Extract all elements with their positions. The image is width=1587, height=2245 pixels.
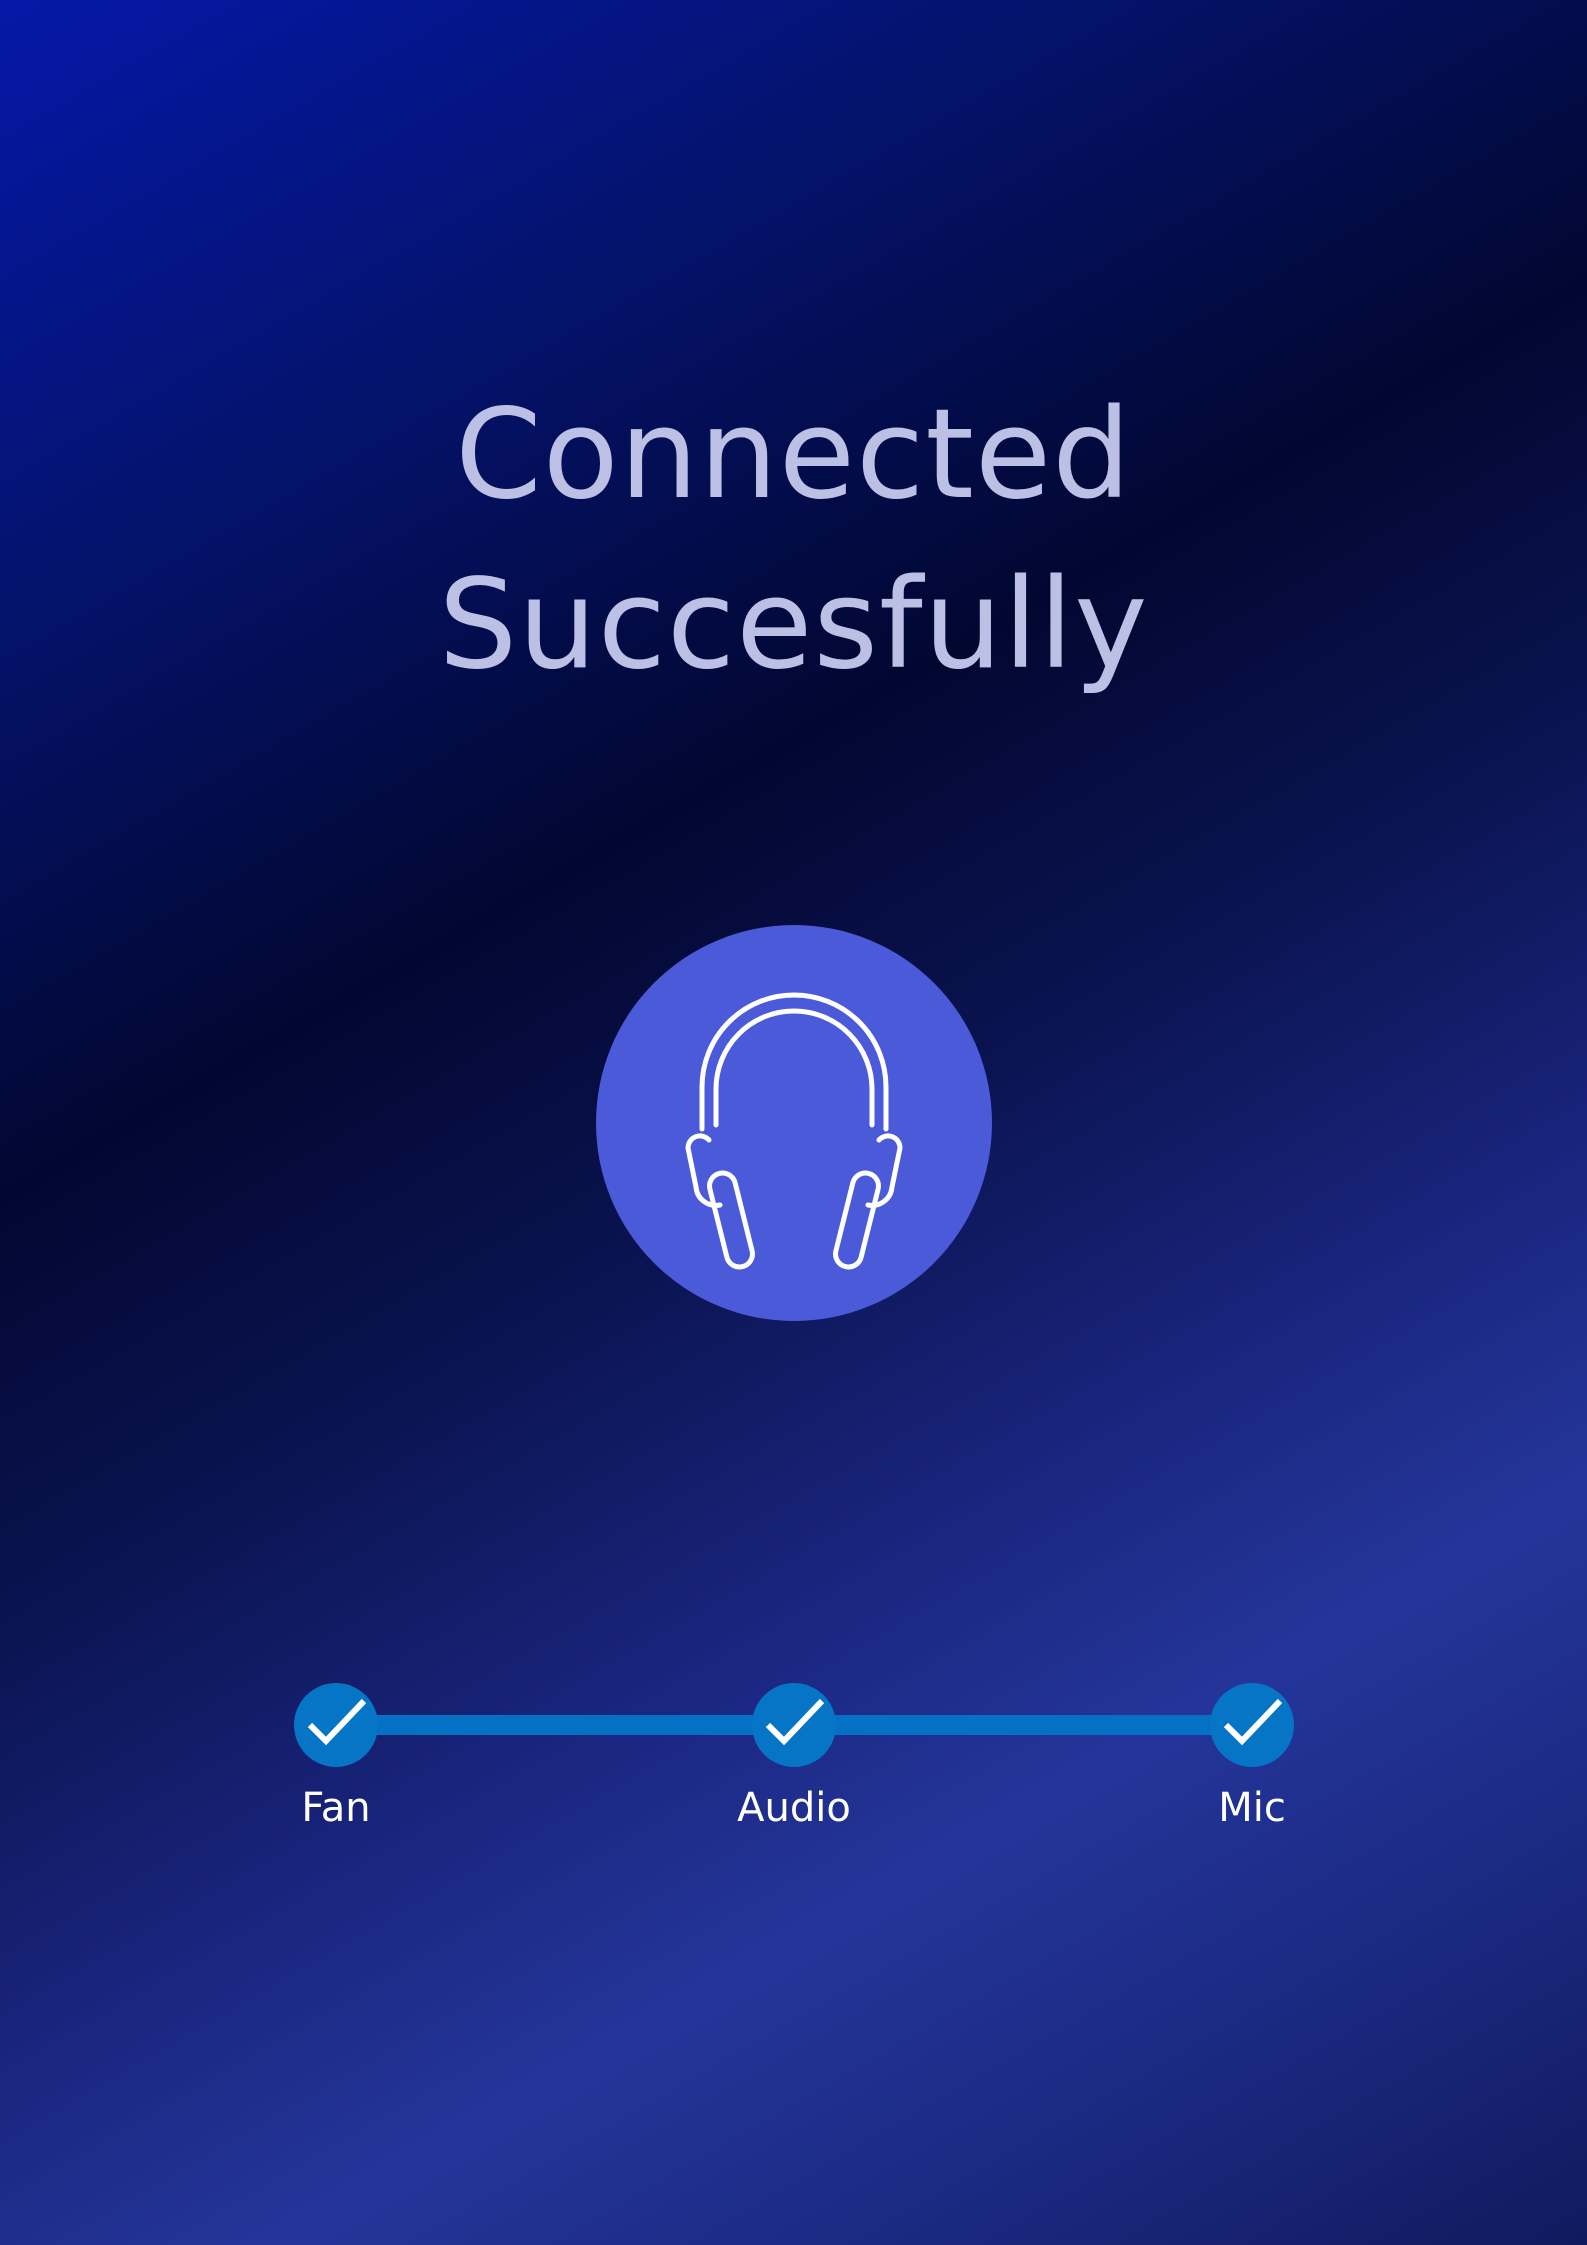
checkmark-icon xyxy=(307,1698,367,1746)
step-mic-status xyxy=(1210,1683,1294,1767)
headphones-badge xyxy=(596,925,992,1321)
checkmark-icon xyxy=(1223,1698,1283,1746)
title-line-1: Connected xyxy=(455,383,1132,527)
step-audio-status xyxy=(752,1683,836,1767)
step-connector xyxy=(336,1715,794,1735)
step-label-audio: Audio xyxy=(737,1785,851,1831)
page-title: Connected Succesfully xyxy=(0,370,1587,710)
step-fan-status xyxy=(294,1683,378,1767)
title-line-2: Succesfully xyxy=(438,553,1149,697)
step-label-fan: Fan xyxy=(301,1785,371,1831)
headphones-icon xyxy=(685,992,903,1270)
step-label-mic: Mic xyxy=(1218,1785,1286,1831)
checkmark-icon xyxy=(765,1698,825,1746)
step-connector xyxy=(794,1715,1252,1735)
